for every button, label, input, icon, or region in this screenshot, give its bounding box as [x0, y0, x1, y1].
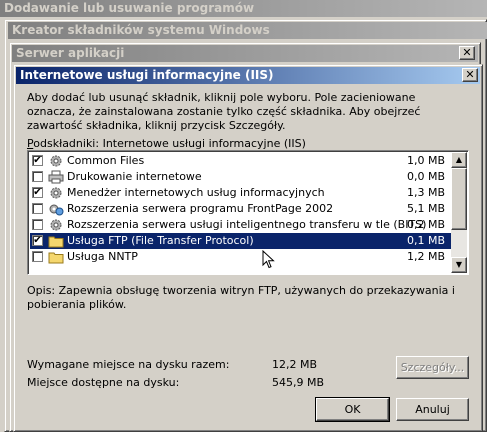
component-size: 0,2 MB — [406, 218, 445, 231]
gear-icon — [48, 154, 64, 168]
subcomponents-label-text: odskładniki: Internetowe usługi informac… — [33, 137, 306, 150]
cancel-button[interactable]: Anuluj — [396, 398, 469, 421]
list-item[interactable]: Rozszerzenia serwera programu FrontPage … — [30, 201, 451, 217]
component-size: 1,0 MB — [406, 154, 445, 167]
list-item[interactable]: Rozszerzenia serwera usługi inteligentne… — [30, 217, 451, 233]
mouse-cursor-icon — [262, 250, 275, 269]
list-item[interactable]: ✔ Common Files 1,0 MB — [30, 153, 451, 169]
component-size: 1,3 MB — [406, 186, 445, 199]
wizard-window-title: Kreator składników systemu Windows — [8, 22, 487, 39]
required-space-label: Wymagane miejsce na dysku razem: — [27, 358, 230, 371]
folder-icon — [48, 250, 64, 264]
list-item[interactable]: Drukowanie internetowe 0,0 MB — [30, 169, 451, 185]
component-size: 0,0 MB — [406, 170, 445, 183]
scroll-down-button[interactable]: ▼ — [451, 257, 467, 273]
component-label: Drukowanie internetowe — [67, 170, 202, 183]
subcomponents-list[interactable]: ✔ Common Files 1,0 MB Drukowanie internetow… — [27, 150, 469, 275]
component-checkbox[interactable]: ✔ — [32, 187, 43, 198]
available-space-label: Miejsce dostępne na dysku: — [27, 376, 180, 389]
component-checkbox[interactable]: ✔ — [32, 235, 43, 246]
required-space-value: 12,2 MB — [272, 358, 318, 371]
printer-icon — [48, 170, 64, 184]
component-label: Common Files — [67, 154, 145, 167]
component-checkbox[interactable]: ✔ — [32, 155, 43, 166]
app-server-window-title: Serwer aplikacji — [12, 45, 478, 62]
available-space-value: 545,9 MB — [272, 376, 325, 389]
component-label: Menedżer internetowych usług informacyjn… — [67, 186, 325, 199]
component-label: Usługa FTP (File Transfer Protocol) — [67, 234, 254, 247]
ok-button[interactable]: OK — [315, 397, 390, 422]
details-button[interactable]: Szczegóły... — [396, 356, 469, 379]
component-checkbox[interactable] — [32, 203, 43, 214]
component-label: Rozszerzenia serwera usługi inteligentne… — [67, 218, 427, 231]
scroll-thumb[interactable] — [451, 168, 467, 230]
component-checkbox[interactable] — [32, 171, 43, 182]
folder-icon — [48, 234, 64, 248]
component-label: Rozszerzenia serwera programu FrontPage … — [67, 202, 334, 215]
component-size: 5,1 MB — [406, 202, 445, 215]
close-icon: ✕ — [462, 46, 472, 59]
app-server-close-button[interactable]: ✕ — [459, 46, 475, 60]
bg-window-title-text: Dodawanie lub usuwanie programów — [4, 1, 255, 15]
iis-dialog-title-text: Internetowe usługi informacyjne (IIS) — [20, 68, 274, 82]
subcomponents-label: Podskładniki: Internetowe usługi informa… — [27, 137, 306, 150]
list-scrollbar[interactable]: ▲ ▼ — [451, 152, 467, 273]
component-checkbox[interactable] — [32, 219, 43, 230]
iis-dialog-title: Internetowe usługi informacyjne (IIS) — [16, 67, 480, 84]
app-server-title-text: Serwer aplikacji — [16, 46, 125, 60]
component-checkbox[interactable] — [32, 251, 43, 262]
gear-globe-icon — [48, 202, 64, 216]
list-item[interactable]: ✔ Usługa FTP (File Transfer Protocol) 0,1 … — [30, 233, 451, 249]
bg-window-title-add-remove: Dodawanie lub usuwanie programów — [0, 0, 487, 17]
list-item[interactable]: Usługa NNTP 1,2 MB — [30, 249, 451, 265]
component-label: Usługa NNTP — [67, 250, 138, 263]
iis-dialog-close-button[interactable]: ✕ — [462, 68, 478, 82]
gear-icon — [48, 186, 64, 200]
component-size: 0,1 MB — [406, 234, 445, 247]
list-item[interactable]: ✔ Menedżer internetowych usług informacyj… — [30, 185, 451, 201]
component-size: 1,2 MB — [406, 250, 445, 263]
instructions-text: Aby dodać lub usunąć składnik, kliknij p… — [27, 91, 421, 132]
component-description: Opis: Zapewnia obsługę tworzenia witryn … — [27, 284, 455, 311]
scroll-up-button[interactable]: ▲ — [451, 152, 467, 168]
gear-icon — [48, 218, 64, 232]
close-icon: ✕ — [465, 68, 475, 81]
wizard-window-title-text: Kreator składników systemu Windows — [12, 23, 270, 37]
